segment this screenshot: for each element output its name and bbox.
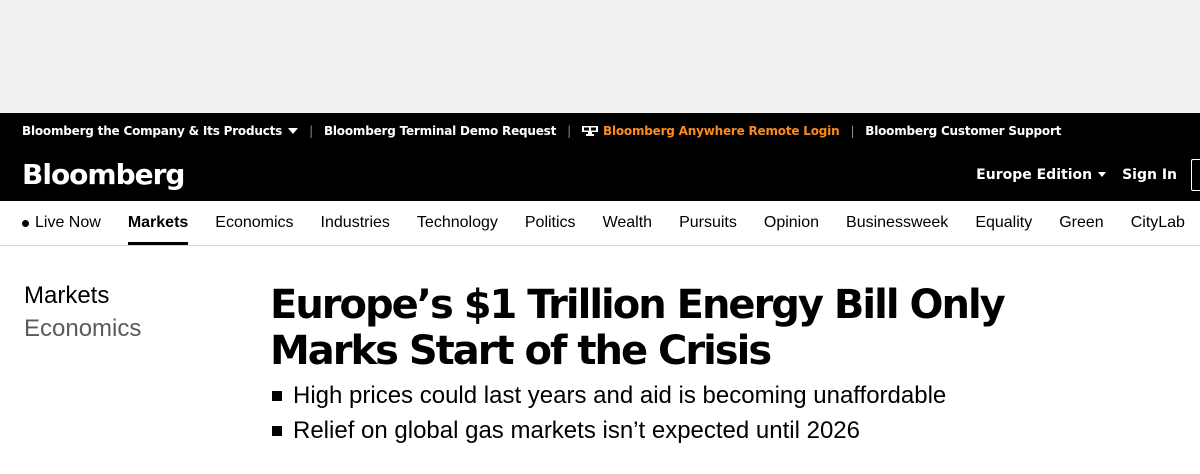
nav-item-citylab[interactable]: CityLab — [1131, 201, 1185, 245]
nav-item-pursuits[interactable]: Pursuits — [679, 201, 737, 245]
live-dot-icon — [22, 219, 29, 227]
nav-item-industries[interactable]: Industries — [321, 201, 390, 245]
nav-item-markets[interactable]: Markets — [127, 201, 189, 245]
edition-selector[interactable]: Europe Edition — [976, 166, 1107, 183]
nav-item-live-now[interactable]: Live Now — [22, 201, 101, 245]
abstract-item: High prices could last years and aid is … — [272, 378, 946, 413]
edition-label: Europe Edition — [976, 166, 1093, 183]
browser-blank-area — [0, 0, 1200, 113]
separator: | — [567, 123, 571, 138]
section-nav: Live Now Markets Economics Industries Te… — [0, 201, 1200, 246]
header-actions: Europe Edition Sign In — [976, 148, 1200, 201]
nav-item-economics[interactable]: Economics — [215, 201, 293, 245]
brand-bar: Bloomberg Europe Edition Sign In — [0, 148, 1200, 201]
category-link-economics[interactable]: Economics — [24, 312, 141, 345]
square-bullet-icon — [272, 425, 282, 436]
article-abstract: High prices could last years and aid is … — [272, 378, 946, 448]
nav-item-opinion[interactable]: Opinion — [764, 201, 819, 245]
nav-item-technology[interactable]: Technology — [417, 201, 498, 245]
sign-in-link[interactable]: Sign In — [1122, 167, 1177, 183]
separator: | — [309, 123, 313, 138]
chevron-down-icon — [1098, 172, 1107, 177]
terminal-icon — [582, 126, 598, 136]
bloomberg-logo[interactable]: Bloomberg — [22, 158, 185, 191]
square-bullet-icon — [272, 390, 282, 401]
article-headline: Europe’s $1 Trillion Energy Bill Only Ma… — [270, 282, 1006, 374]
abstract-item: Relief on global gas markets isn’t expec… — [272, 413, 946, 448]
terminal-demo-link[interactable]: Bloomberg Terminal Demo Request — [324, 124, 556, 138]
subscribe-button[interactable] — [1191, 158, 1200, 191]
company-products-link[interactable]: Bloomberg the Company & Its Products — [22, 124, 299, 138]
nav-item-politics[interactable]: Politics — [525, 201, 576, 245]
separator: | — [850, 123, 855, 138]
article-header: Markets Economics Europe’s $1 Trillion E… — [0, 246, 1200, 474]
nav-item-businessweek[interactable]: Businessweek — [846, 201, 948, 245]
article-categories: Markets Economics — [24, 279, 141, 345]
utility-bar: Bloomberg the Company & Its Products | B… — [0, 113, 1200, 148]
anywhere-login-link[interactable]: Bloomberg Anywhere Remote Login — [582, 124, 840, 138]
category-link-markets[interactable]: Markets — [24, 279, 141, 312]
chevron-down-icon — [288, 128, 299, 134]
nav-item-equality[interactable]: Equality — [975, 201, 1032, 245]
nav-item-green[interactable]: Green — [1059, 201, 1103, 245]
nav-item-wealth[interactable]: Wealth — [603, 201, 653, 245]
customer-support-link[interactable]: Bloomberg Customer Support — [865, 124, 1061, 138]
